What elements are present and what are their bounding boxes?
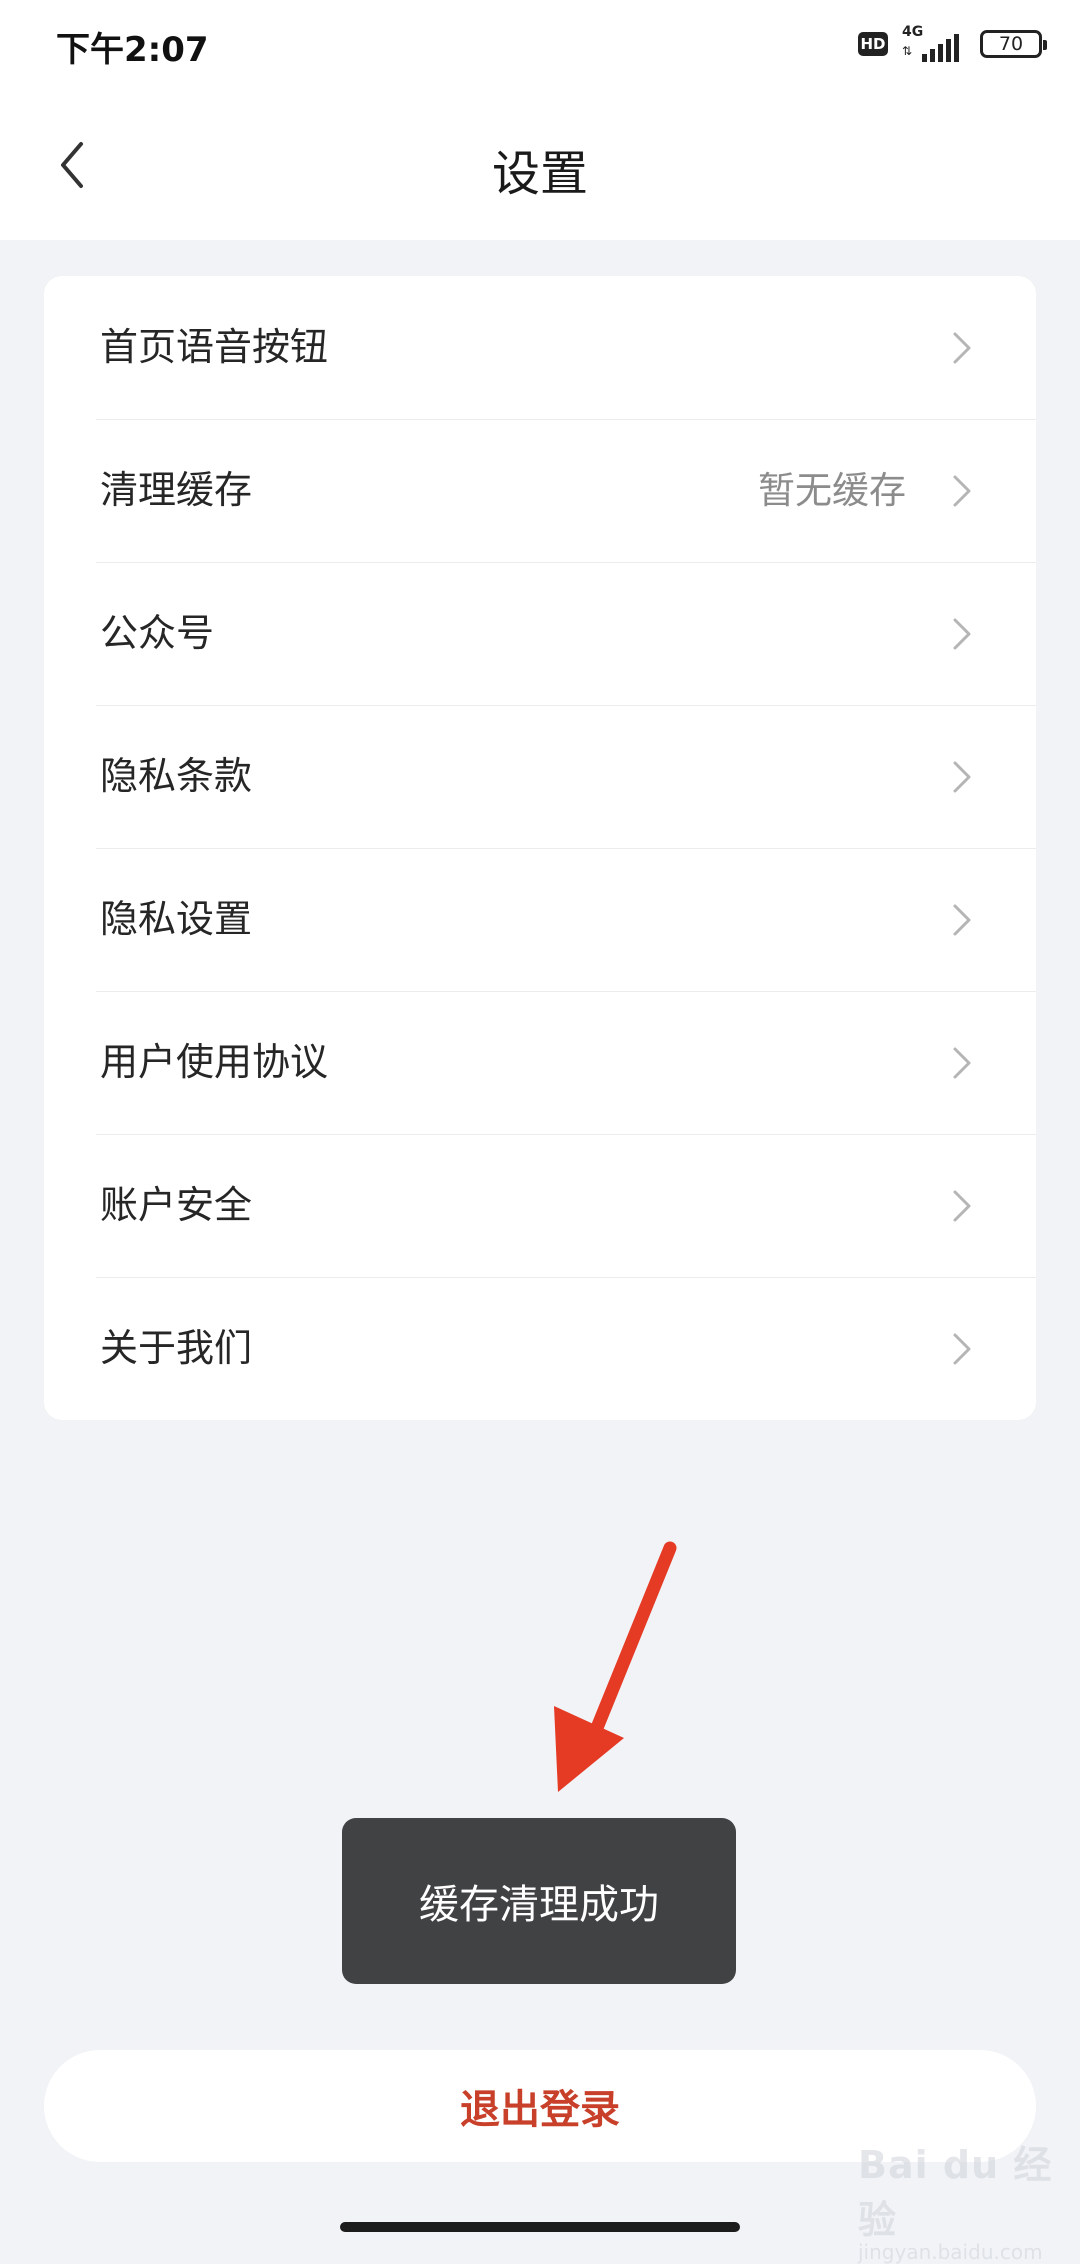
nav-bar: 设置 [0, 90, 1080, 240]
hd-icon: HD [858, 32, 888, 56]
settings-item-user-agreement[interactable]: 用户使用协议 [44, 991, 1036, 1134]
settings-item-clear-cache[interactable]: 清理缓存 暂无缓存 [44, 419, 1036, 562]
settings-item-label: 关于我们 [100, 1326, 253, 1370]
chevron-right-icon [953, 1190, 971, 1222]
network-type-label: 4G [902, 24, 924, 40]
settings-list: 首页语音按钮 清理缓存 暂无缓存 公众号 隐私条款 隐私设置 用户使用协议 账户… [44, 276, 1036, 1420]
signal-bars-icon [922, 34, 959, 62]
status-time: 下午2:07 [56, 30, 209, 70]
chevron-right-icon [953, 1047, 971, 1079]
annotation-arrow-icon [554, 1541, 677, 1792]
data-arrows-icon: ⇅ [902, 44, 913, 58]
watermark-sub: jingyan.baidu.com [858, 2240, 1043, 2264]
battery-level: 70 [998, 33, 1024, 55]
cache-status-value: 暂无缓存 [758, 469, 906, 512]
watermark-main: Bai du 经验 [858, 2143, 1053, 2242]
baidu-jingyan-watermark: Bai du 经验 jingyan.baidu.com [858, 2134, 1058, 2264]
settings-item-label: 首页语音按钮 [100, 325, 329, 369]
status-bar: 下午2:07 HD 4G ⇅ 70 [0, 0, 1080, 90]
settings-item-official-account[interactable]: 公众号 [44, 562, 1036, 705]
settings-item-label: 隐私设置 [100, 897, 253, 941]
toast-message: 缓存清理成功 [342, 1818, 736, 1984]
chevron-right-icon [953, 761, 971, 793]
settings-item-label: 隐私条款 [100, 754, 253, 798]
status-icons: HD 4G ⇅ 70 [858, 24, 1047, 64]
chevron-right-icon [953, 904, 971, 936]
home-indicator[interactable] [340, 2222, 740, 2232]
settings-item-voice-button[interactable]: 首页语音按钮 [44, 276, 1036, 419]
settings-item-label: 清理缓存 [100, 468, 253, 512]
chevron-right-icon [953, 1333, 971, 1365]
settings-item-about-us[interactable]: 关于我们 [44, 1277, 1036, 1420]
settings-item-privacy-terms[interactable]: 隐私条款 [44, 705, 1036, 848]
chevron-right-icon [953, 332, 971, 364]
settings-item-account-security[interactable]: 账户安全 [44, 1134, 1036, 1277]
settings-item-privacy-settings[interactable]: 隐私设置 [44, 848, 1036, 991]
page-title: 设置 [491, 146, 588, 202]
settings-item-label: 公众号 [100, 611, 215, 655]
chevron-right-icon [953, 475, 971, 507]
signal-icon: 4G ⇅ [902, 24, 966, 64]
chevron-right-icon [953, 618, 971, 650]
settings-item-label: 用户使用协议 [100, 1040, 329, 1084]
settings-item-label: 账户安全 [100, 1183, 253, 1227]
battery-icon: 70 [980, 30, 1047, 58]
